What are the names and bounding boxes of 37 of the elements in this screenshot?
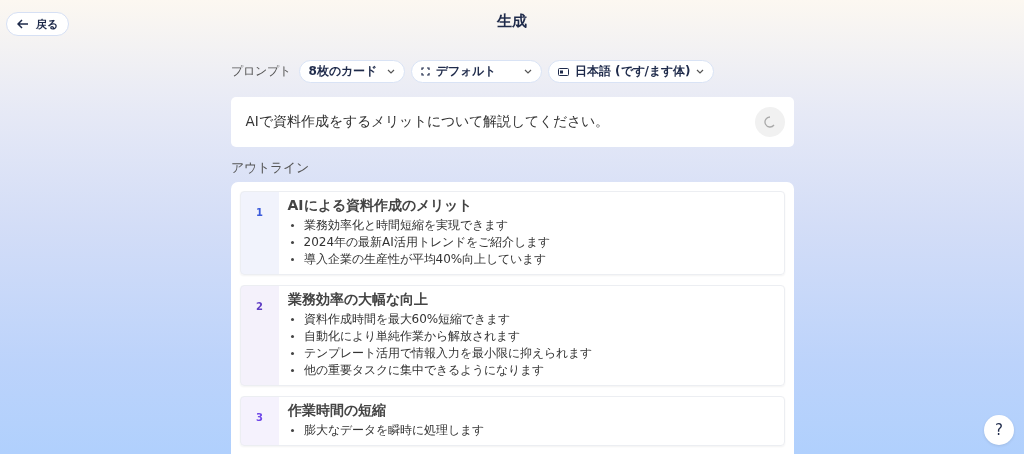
back-arrow-icon (17, 19, 29, 29)
option-dropdown[interactable]: 8枚のカード (298, 60, 405, 83)
section-title: 作業時間の短縮 (287, 402, 387, 420)
page-title: 生成 (497, 12, 527, 32)
bullet-icon (290, 335, 294, 338)
chevron-down-icon (696, 69, 705, 74)
bullet-icon (290, 241, 294, 244)
prompt-field[interactable]: AIで資料作成をするメリットについて解説してください。 (230, 97, 794, 147)
section-title: AIによる資料作成のメリット (287, 197, 473, 215)
bullet-icon (290, 352, 294, 355)
bullet-icon (290, 224, 294, 227)
bullet-text: 業務効率化と時間短縮を実現できます (303, 217, 508, 234)
section-number: 2 (256, 301, 263, 314)
outline-heading: アウトライン (230, 159, 310, 177)
option-dropdown[interactable]: 日本語 (です/ます体) (547, 60, 715, 83)
prompt-label: プロンプト (230, 63, 291, 80)
section-number: 3 (256, 412, 263, 425)
bullet-text: 膨大なデータを瞬時に処理します (303, 422, 484, 439)
bullet-text: テンプレート活用で情報入力を最小限に抑えられます (303, 345, 592, 362)
chevron-down-icon (523, 69, 532, 74)
bullet-text: 導入企業の生産性が平均40%向上しています (303, 251, 547, 268)
bullet-text: 資料作成時間を最大60%短縮できます (303, 311, 511, 328)
bullet-text: 他の重要タスクに集中できるようになります (303, 362, 544, 379)
bullet-icon (290, 258, 294, 261)
section-number: 1 (256, 207, 263, 220)
bullet-text: 自動化により単純作業から解放されます (303, 328, 520, 345)
bullet-icon (290, 429, 294, 432)
language-icon (557, 67, 569, 76)
section-title: 業務効率の大幅な向上 (287, 291, 429, 309)
back-button[interactable]: 戻る (6, 12, 69, 36)
chevron-down-icon (386, 69, 395, 74)
help-button[interactable]: ? (984, 415, 1014, 445)
frame-icon (420, 67, 430, 76)
option-dropdown[interactable]: デフォルト (410, 60, 542, 83)
bullet-text: 2024年の最新AI活用トレンドをご紹介します (303, 234, 550, 251)
bullet-icon (290, 369, 294, 372)
bullet-icon (290, 318, 294, 321)
